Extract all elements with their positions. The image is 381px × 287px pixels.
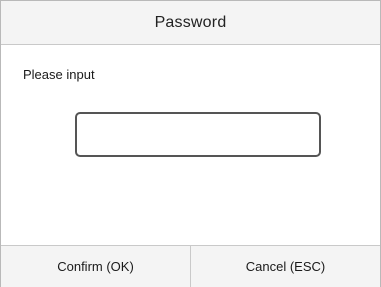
dialog-title: Password (154, 14, 227, 31)
input-prompt-label: Please input (23, 67, 95, 82)
cancel-button[interactable]: Cancel (ESC) (191, 246, 380, 287)
password-dialog: Password Please input Confirm (OK) Cance… (0, 0, 381, 287)
confirm-button[interactable]: Confirm (OK) (1, 246, 190, 287)
dialog-title-bar: Password (1, 1, 380, 45)
password-input[interactable] (75, 112, 321, 157)
dialog-button-bar: Confirm (OK) Cancel (ESC) (1, 245, 380, 287)
